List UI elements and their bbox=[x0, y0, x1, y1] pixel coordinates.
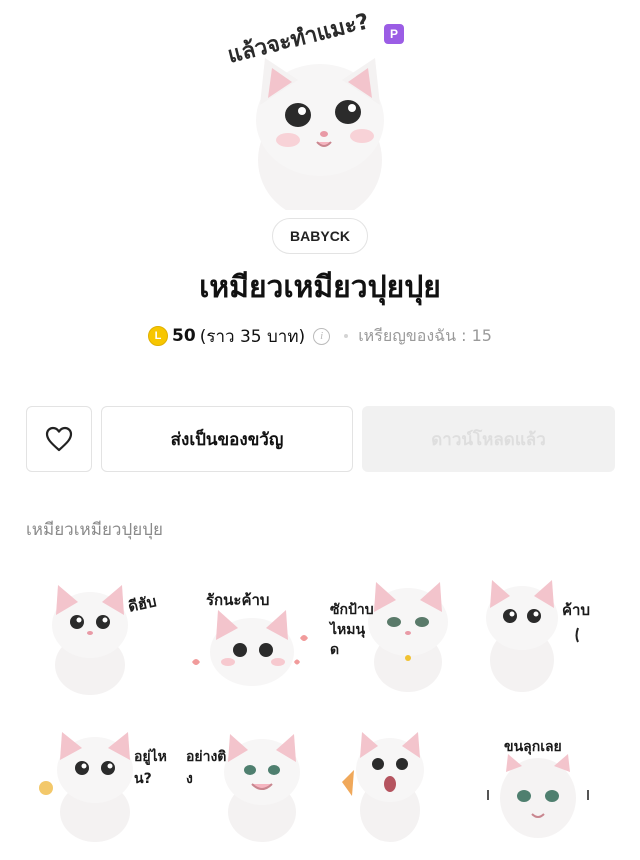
separator-dot bbox=[344, 334, 349, 338]
cat-sticker-image bbox=[486, 580, 579, 692]
cat-sticker-image bbox=[342, 732, 424, 842]
sticker-caption: อยู่ไหน? bbox=[134, 749, 167, 787]
sticker-item[interactable]: ค้าบ bbox=[480, 570, 630, 710]
price-amount: 50 bbox=[172, 326, 196, 346]
sticker-item[interactable]: ซักป้าบไหมนุด bbox=[330, 570, 480, 710]
sticker-grid: ดีฮับ รักนะค้าบ ซักป้าบไหมนุด ค้าบ อยู่ไ… bbox=[0, 560, 640, 853]
sticker-caption: ซักป้าบไหมนุด bbox=[330, 602, 374, 658]
sticker-set-label: เหมียวเหมียวปุยปุย bbox=[26, 520, 163, 540]
premium-badge: P bbox=[384, 24, 404, 44]
sticker-item[interactable] bbox=[330, 720, 480, 860]
downloaded-button[interactable]: ดาวน์โหลดแล้ว bbox=[362, 406, 615, 472]
page-title: เหมียวเหมียวปุยปุย bbox=[199, 270, 441, 305]
price-row: L 50 (ราว 35 บาท) i เหรียญของฉัน : 15 bbox=[0, 322, 640, 350]
info-icon[interactable]: i bbox=[313, 327, 331, 345]
heart-icon bbox=[45, 426, 73, 452]
sticker-caption: อย่างติง bbox=[186, 749, 227, 787]
sticker-item[interactable]: ขนลุกเลย bbox=[480, 720, 630, 860]
sticker-item[interactable]: อยู่ไหน? bbox=[30, 720, 180, 860]
favorite-button[interactable] bbox=[26, 406, 92, 472]
send-as-gift-button[interactable]: ส่งเป็นของขวัญ bbox=[101, 406, 353, 472]
action-buttons: ส่งเป็นของขวัญ ดาวน์โหลดแล้ว bbox=[0, 406, 640, 474]
sticker-hero: แล้วจะทำแมะ? P bbox=[0, 0, 640, 210]
sticker-item[interactable]: รักนะค้าบ bbox=[180, 570, 330, 710]
coin-icon: L bbox=[148, 326, 169, 346]
my-coins-text: เหรียญของฉัน : 15 bbox=[358, 325, 492, 345]
sticker-item[interactable]: ดีฮับ bbox=[30, 570, 180, 710]
sticker-item[interactable]: อย่างติง bbox=[180, 720, 330, 860]
cat-sticker-image bbox=[52, 585, 128, 695]
author-chip[interactable]: BABYCK bbox=[272, 218, 368, 254]
sticker-caption: ค้าบ bbox=[562, 601, 590, 619]
sticker-caption: ขนลุกเลย bbox=[504, 739, 562, 755]
sticker-caption: รักนะค้าบ bbox=[206, 591, 270, 609]
price-baht: (ราว 35 บาท) bbox=[199, 326, 306, 347]
